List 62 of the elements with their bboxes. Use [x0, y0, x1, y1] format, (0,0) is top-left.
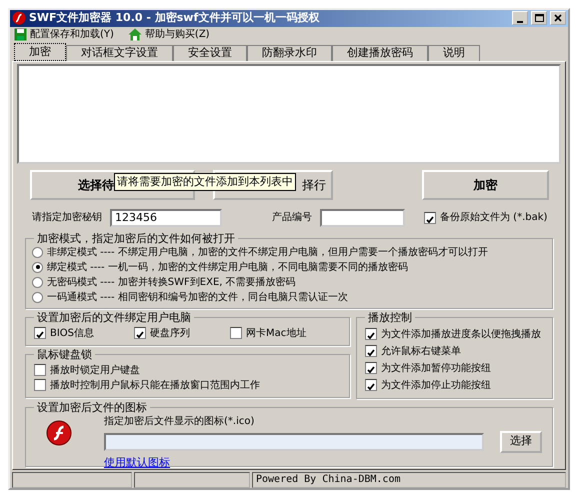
checkbox-label: 播放时控制用户鼠标只能在播放窗口范围内工作: [50, 378, 260, 392]
icon-hint: 指定加密后文件显示的图标(*.ico): [104, 414, 256, 428]
file-list[interactable]: [17, 64, 561, 164]
radio-button[interactable]: [32, 246, 43, 258]
checkbox[interactable]: [365, 379, 377, 391]
tooltip: 请将需要加密的文件添加到本列表中: [114, 172, 296, 191]
group-title: 播放控制: [365, 310, 415, 326]
app-icon: [12, 11, 26, 26]
icon-path-field[interactable]: [104, 432, 484, 450]
group-title: 鼠标键盘锁: [34, 346, 95, 363]
tab[interactable]: 对话框文字设置: [66, 44, 173, 60]
checkbox-label: 允许鼠标右键菜单: [381, 344, 461, 358]
menu-item[interactable]: 帮助与购买(Z): [128, 26, 210, 42]
encrypt-button[interactable]: 加密: [422, 170, 549, 200]
close-button[interactable]: [550, 11, 566, 26]
checkbox[interactable]: [365, 345, 377, 357]
checkbox-label: 为文件添加播放进度条以便拖拽播放: [381, 328, 541, 342]
checkbox[interactable]: [134, 327, 146, 339]
checkbox[interactable]: [34, 379, 46, 391]
choose-button[interactable]: 选择: [500, 430, 542, 452]
radio-label: 无密码模式 ---- 加密并转换SWF到EXE, 不需要播放密码: [47, 276, 296, 290]
product-label: 产品编号: [272, 210, 312, 225]
window-title: SWF文件加密器 10.0 - 加密swf文件并可以一机一码授权: [29, 10, 320, 26]
checkbox[interactable]: [34, 364, 46, 376]
menu-item[interactable]: 配置保存和加载(Y): [14, 26, 114, 42]
radio-button[interactable]: [32, 262, 43, 272]
key-field[interactable]: 123456: [110, 208, 222, 226]
minimize-button[interactable]: [512, 11, 528, 26]
house-icon: [128, 28, 142, 40]
checkbox-label: 备份原始文件为 (*.bak): [440, 210, 548, 225]
checkbox-label: 为文件添加暂停功能按纽: [381, 362, 491, 376]
group-title: 加密模式，指定加密后的文件如何被打开: [34, 230, 238, 247]
key-label: 请指定加密秘钥: [32, 210, 102, 225]
checkbox[interactable]: [34, 327, 46, 339]
checkbox[interactable]: [365, 328, 377, 340]
maximize-button[interactable]: [531, 11, 547, 26]
status-text: Powered By China-DBM.com: [252, 472, 566, 488]
close-icon: [552, 12, 564, 24]
radio-label: 绑定模式 ---- 一机一码，加密的文件绑定用户电脑，不同电脑需要不同的播放密码: [47, 260, 408, 274]
checkbox-label: 网卡Mac地址: [246, 326, 306, 340]
checkbox[interactable]: [365, 362, 377, 374]
default-icon-link[interactable]: 使用默认图标: [104, 454, 170, 471]
checkbox[interactable]: [424, 212, 436, 224]
maximize-icon: [533, 12, 545, 24]
tab[interactable]: 加密: [14, 42, 66, 60]
radio-label: 一码通模式 ---- 相同密钥和编号加密的文件，同台电脑只需认证一次: [47, 290, 348, 304]
flash-icon: [46, 420, 72, 446]
checkbox[interactable]: [230, 327, 242, 339]
tab[interactable]: 创建播放密码: [332, 44, 428, 60]
checkbox-label: 为文件添加停止功能按纽: [381, 378, 491, 392]
checkbox-label: 硬盘序列: [150, 326, 190, 340]
checkbox-label: 播放时锁定用户键盘: [50, 364, 140, 378]
radio-label: 非绑定模式 ---- 不绑定用户电脑，加密的文件不绑定用户电脑，但用户需要一个播放密码才可以打开: [47, 246, 488, 260]
tab[interactable]: 安全设置: [173, 44, 247, 60]
minimize-icon: [517, 21, 523, 24]
tab[interactable]: 防翻录水印: [247, 44, 332, 60]
radio-button[interactable]: [32, 292, 43, 302]
group-title: 设置加密后文件的图标: [34, 400, 150, 416]
radio-button[interactable]: [32, 276, 43, 288]
product-field[interactable]: [320, 208, 405, 226]
checkbox-label: BIOS信息: [50, 326, 94, 340]
tab[interactable]: 说明: [428, 44, 480, 60]
